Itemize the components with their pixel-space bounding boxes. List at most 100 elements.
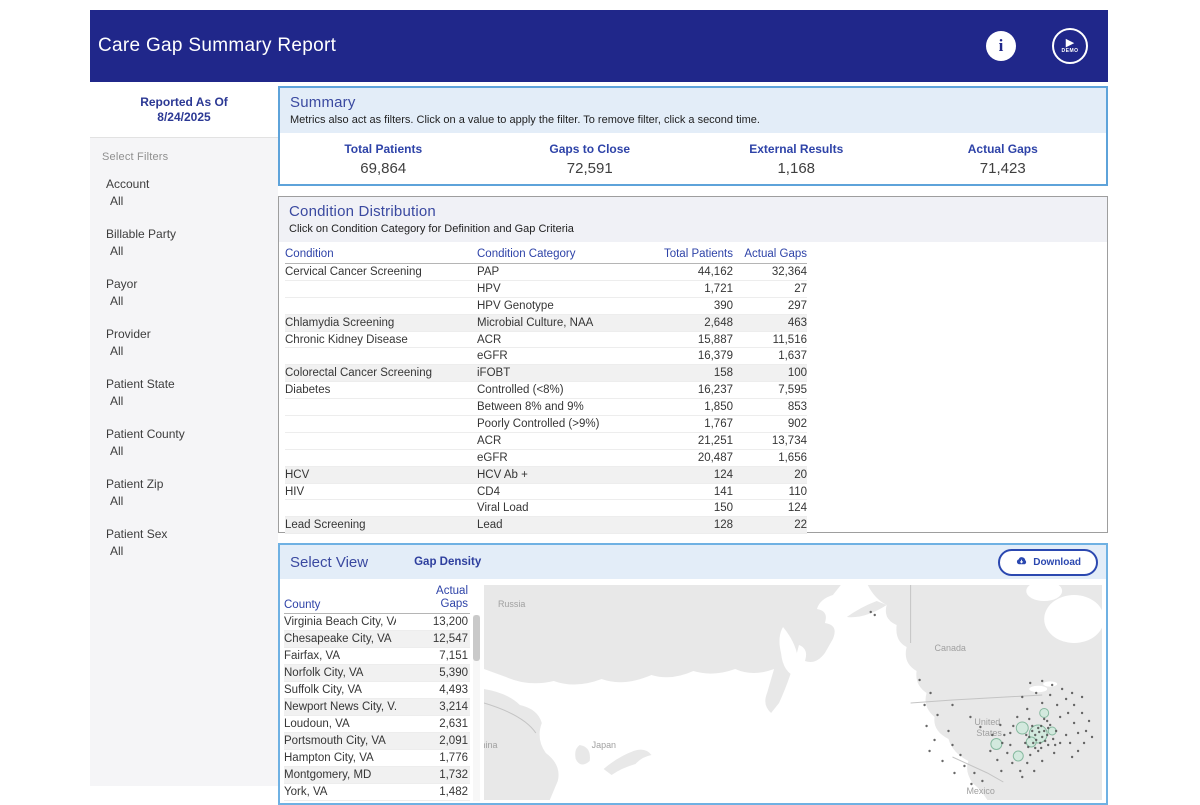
gap-density-dot[interactable]: [1055, 730, 1057, 732]
gap-density-dot[interactable]: [1085, 730, 1087, 732]
gap-density-dot[interactable]: [1034, 747, 1036, 749]
gap-density-dot[interactable]: [1041, 702, 1043, 704]
gap-density-cluster[interactable]: [1026, 737, 1036, 747]
gap-density-dot[interactable]: [1046, 734, 1048, 736]
metric-gaps-to-close[interactable]: Gaps to Close72,591: [487, 142, 694, 177]
condition-row[interactable]: Between 8% and 9%1,850853: [285, 399, 807, 416]
condition-row[interactable]: ACR21,25113,734: [285, 433, 807, 450]
gap-density-dot[interactable]: [1081, 712, 1083, 714]
county-row[interactable]: Norfolk City, VA5,390: [284, 665, 470, 682]
gap-density-dot[interactable]: [1041, 760, 1043, 762]
gap-density-dot[interactable]: [1033, 770, 1035, 772]
gap-density-dot[interactable]: [1037, 727, 1039, 729]
gap-density-dot[interactable]: [936, 714, 938, 716]
filter-account[interactable]: AccountAll: [106, 177, 278, 208]
gap-density-dot[interactable]: [1031, 725, 1033, 727]
gap-density-dot[interactable]: [870, 611, 872, 613]
condition-row[interactable]: HPV Genotype390297: [285, 298, 807, 315]
condition-row[interactable]: Lead ScreeningLead12822: [285, 517, 807, 534]
cell-category[interactable]: iFOBT: [477, 365, 645, 381]
condition-row[interactable]: Cervical Cancer ScreeningPAP44,16232,364: [285, 264, 807, 281]
cell-category[interactable]: ACR: [477, 332, 645, 348]
county-row[interactable]: Chesapeake City, VA12,547: [284, 631, 470, 648]
gap-density-dot[interactable]: [1019, 770, 1021, 772]
gap-density-dot[interactable]: [1067, 712, 1069, 714]
gap-density-cluster[interactable]: [1040, 709, 1049, 718]
gap-density-dot[interactable]: [1035, 692, 1037, 694]
gap-density-dot[interactable]: [1065, 698, 1067, 700]
gap-density-dot[interactable]: [1040, 725, 1042, 727]
gap-density-dot[interactable]: [923, 704, 925, 706]
gap-density-dot[interactable]: [1011, 762, 1013, 764]
gap-density-dot[interactable]: [1088, 720, 1090, 722]
gap-density-dot[interactable]: [1073, 704, 1075, 706]
gap-density-cluster[interactable]: [1013, 751, 1023, 761]
gap-density-dot[interactable]: [918, 679, 920, 681]
county-scrollbar[interactable]: [473, 615, 480, 801]
gap-density-dot[interactable]: [925, 725, 927, 727]
gap-density-dot[interactable]: [1069, 742, 1071, 744]
gap-density-dot[interactable]: [874, 614, 876, 616]
gap-density-dot[interactable]: [959, 754, 961, 756]
gap-density-dot[interactable]: [973, 772, 975, 774]
filter-patient-state[interactable]: Patient StateAll: [106, 377, 278, 408]
cell-category[interactable]: Between 8% and 9%: [477, 399, 645, 415]
condition-row[interactable]: HPV1,72127: [285, 281, 807, 298]
gap-density-dot[interactable]: [1026, 708, 1028, 710]
gap-density-dot[interactable]: [1052, 738, 1054, 740]
filter-patient-county[interactable]: Patient CountyAll: [106, 427, 278, 458]
cell-category[interactable]: HCV Ab +: [477, 467, 645, 483]
metric-total-patients[interactable]: Total Patients69,864: [280, 142, 487, 177]
metric-actual-gaps[interactable]: Actual Gaps71,423: [900, 142, 1107, 177]
gap-density-dot[interactable]: [951, 744, 953, 746]
gap-density-dot[interactable]: [1039, 742, 1041, 744]
gap-density-dot[interactable]: [1009, 744, 1011, 746]
gap-density-dot[interactable]: [1049, 694, 1051, 696]
gap-density-dot[interactable]: [996, 759, 998, 761]
gap-density-dot[interactable]: [1071, 692, 1073, 694]
info-icon[interactable]: i: [986, 31, 1016, 61]
gap-density-dot[interactable]: [1061, 688, 1063, 690]
gap-density-dot[interactable]: [991, 734, 993, 736]
gap-density-dot[interactable]: [1046, 720, 1048, 722]
download-button[interactable]: Download: [998, 549, 1098, 576]
gap-density-dot[interactable]: [941, 760, 943, 762]
county-row[interactable]: Suffolk City, VA4,493: [284, 682, 470, 699]
gap-density-dot[interactable]: [933, 739, 935, 741]
gap-density-dot[interactable]: [1091, 736, 1093, 738]
condition-row[interactable]: Chronic Kidney DiseaseACR15,88711,516: [285, 332, 807, 349]
filter-patient-sex[interactable]: Patient SexAll: [106, 527, 278, 558]
county-scrollbar-thumb[interactable]: [473, 615, 480, 661]
gap-density-dot[interactable]: [1028, 736, 1030, 738]
county-row[interactable]: Loudoun, VA2,631: [284, 716, 470, 733]
gap-density-dot[interactable]: [1035, 739, 1037, 741]
gap-density-dot[interactable]: [1006, 752, 1008, 754]
demo-play-button[interactable]: ▶ DEMO: [1052, 28, 1088, 64]
gap-density-dot[interactable]: [1059, 716, 1061, 718]
gap-density-dot[interactable]: [1041, 736, 1043, 738]
gap-density-dot[interactable]: [1009, 732, 1011, 734]
gap-density-dot[interactable]: [969, 716, 971, 718]
gap-density-dot[interactable]: [1047, 744, 1049, 746]
gap-density-dot[interactable]: [970, 783, 972, 785]
filter-billable-party[interactable]: Billable PartyAll: [106, 227, 278, 258]
view-selector[interactable]: Gap Density: [414, 556, 481, 568]
condition-row[interactable]: Poorly Controlled (>9%)1,767902: [285, 416, 807, 433]
condition-row[interactable]: Viral Load150124: [285, 500, 807, 517]
gap-density-dot[interactable]: [953, 772, 955, 774]
gap-density-dot[interactable]: [1026, 762, 1028, 764]
gap-density-dot[interactable]: [947, 730, 949, 732]
gap-density-dot[interactable]: [1003, 734, 1005, 736]
county-row[interactable]: Hampton City, VA1,776: [284, 750, 470, 767]
gap-density-map[interactable]: RussiaCanadaUnitedStatesJapanChinaMexico: [484, 585, 1102, 800]
metric-external-results[interactable]: External Results1,168: [693, 142, 900, 177]
county-row[interactable]: Montgomery, MD1,732: [284, 767, 470, 784]
gap-density-dot[interactable]: [1051, 684, 1053, 686]
gap-density-dot[interactable]: [1073, 722, 1075, 724]
gap-density-dot[interactable]: [1000, 770, 1002, 772]
gap-density-dot[interactable]: [1024, 742, 1026, 744]
cell-category[interactable]: Lead: [477, 517, 645, 533]
gap-density-dot[interactable]: [1065, 734, 1067, 736]
gap-density-dot[interactable]: [1025, 734, 1027, 736]
county-row[interactable]: York, VA1,482: [284, 784, 470, 801]
